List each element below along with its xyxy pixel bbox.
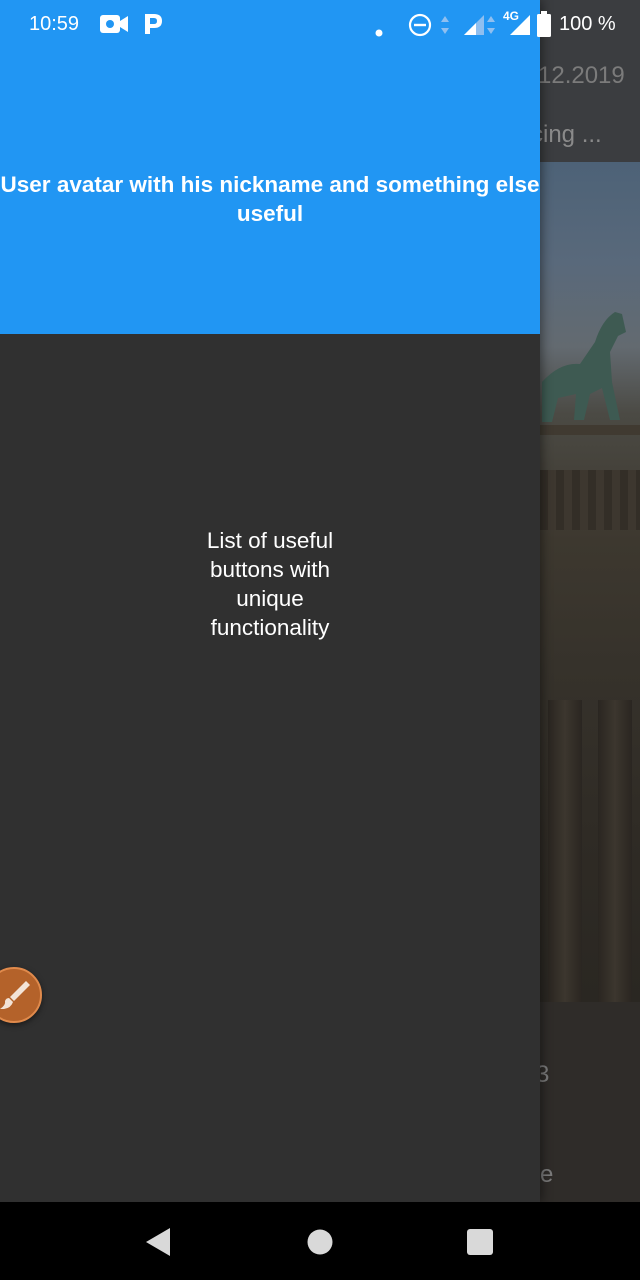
background-date-text: 12.2019 (538, 62, 625, 89)
wifi-signal-icon (462, 13, 486, 43)
background-item-text: e (540, 1161, 554, 1188)
status-time: 10:59 (29, 13, 80, 35)
brush-icon (0, 981, 30, 1009)
do-not-disturb-icon (408, 13, 432, 43)
status-bar: 10:59 4G 100 % (0, 0, 640, 48)
data-arrows-icon (440, 14, 450, 42)
data-arrows-icon-2 (486, 14, 496, 42)
photo-frieze (540, 470, 640, 530)
notification-dot-icon (375, 20, 383, 43)
drawer-body-text: List of useful buttons with unique funct… (206, 528, 334, 640)
photo-pillar (548, 700, 582, 1010)
drawer-header[interactable]: User avatar with his nickname and someth… (0, 0, 540, 334)
navigation-drawer: User avatar with his nickname and someth… (0, 0, 540, 1202)
photo-pillar (598, 700, 632, 1010)
recents-icon[interactable] (466, 1228, 494, 1261)
cell-signal-icon (508, 13, 532, 43)
battery-percentage: 100 % (559, 13, 616, 35)
parking-app-icon (142, 12, 164, 42)
statue-image (542, 312, 626, 422)
home-icon[interactable] (306, 1228, 334, 1261)
video-camera-icon (100, 14, 128, 40)
background-title-text: cing ... (531, 121, 602, 148)
system-navigation-bar (0, 1202, 640, 1280)
battery-icon (537, 11, 551, 43)
back-icon[interactable] (144, 1226, 172, 1263)
drawer-header-text: User avatar with his nickname and someth… (0, 172, 540, 226)
